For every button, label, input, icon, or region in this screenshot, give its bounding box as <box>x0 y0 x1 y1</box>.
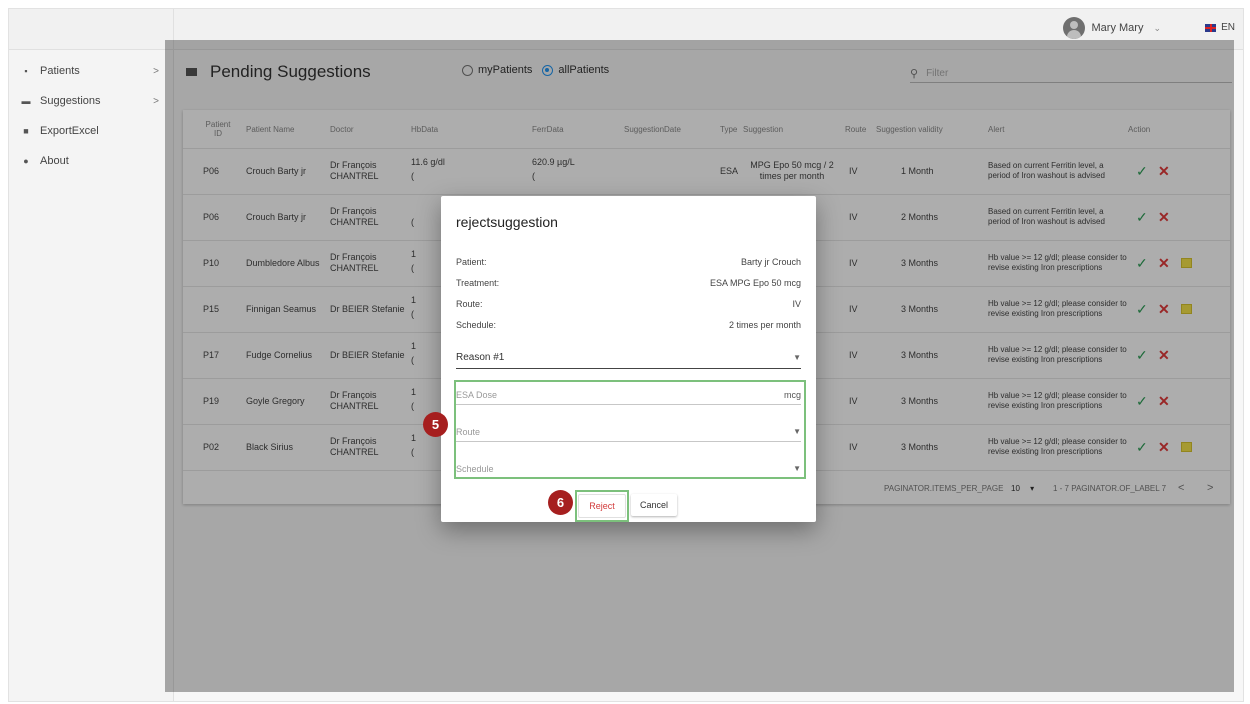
language-switcher[interactable]: EN <box>1205 22 1235 33</box>
mail-icon: ▬ <box>21 96 31 106</box>
highlight-reject-button <box>575 490 629 522</box>
sidebar-item-label: Suggestions <box>40 95 101 107</box>
route-value: IV <box>792 299 801 309</box>
route-row: Route: IV <box>456 299 801 309</box>
schedule-row: Schedule: 2 times per month <box>456 320 801 330</box>
excel-icon: ■ <box>23 126 29 136</box>
step-5-badge: 5 <box>423 412 448 437</box>
sidebar-item-about[interactable]: ● About <box>9 146 173 176</box>
cancel-button[interactable]: Cancel <box>631 494 677 516</box>
user-menu[interactable]: Mary Mary ⌄ <box>1062 17 1161 39</box>
step-6-badge: 6 <box>548 490 573 515</box>
sidebar-item-exportexcel[interactable]: ■ ExportExcel <box>9 116 173 146</box>
treatment-row: Treatment: ESA MPG Epo 50 mcg <box>456 278 801 288</box>
info-icon: ● <box>23 156 29 166</box>
sidebar-item-patients[interactable]: ▪ Patients > <box>9 56 173 86</box>
treatment-value: ESA MPG Epo 50 mcg <box>709 278 801 288</box>
dialog-title: rejectsuggestion <box>456 214 558 230</box>
brand-area <box>9 9 173 50</box>
chevron-right-icon: > <box>153 65 159 77</box>
avatar <box>1062 17 1085 39</box>
patient-value: Barty jr Crouch <box>740 257 801 267</box>
patient-row: Patient: Barty jr Crouch <box>456 257 801 267</box>
sidebar-item-suggestions[interactable]: ▬ Suggestions > <box>9 86 173 116</box>
chevron-down-icon: ⌄ <box>1153 22 1161 33</box>
dropdown-arrow-icon: ▼ <box>793 352 801 362</box>
highlight-input-fields <box>454 380 806 479</box>
reason-select[interactable]: Reason #1 ▼ <box>456 346 801 369</box>
treatment-label: Treatment: <box>456 278 500 288</box>
sidebar-item-label: About <box>40 155 69 167</box>
uk-flag-icon <box>1205 23 1217 32</box>
patient-label: Patient: <box>456 257 487 267</box>
schedule-label: Schedule: <box>456 320 497 330</box>
sidebar: ▪ Patients > ▬ Suggestions > ■ ExportExc… <box>9 9 174 701</box>
language-label: EN <box>1221 22 1235 33</box>
schedule-value: 2 times per month <box>728 320 801 330</box>
sidebar-item-label: Patients <box>40 65 80 77</box>
route-label: Route: <box>456 299 483 309</box>
user-name: Mary Mary <box>1091 22 1144 34</box>
patients-icon: ▪ <box>24 66 28 76</box>
reason-value: Reason #1 <box>456 351 505 363</box>
sidebar-item-label: ExportExcel <box>40 125 99 137</box>
chevron-right-icon: > <box>153 95 159 107</box>
